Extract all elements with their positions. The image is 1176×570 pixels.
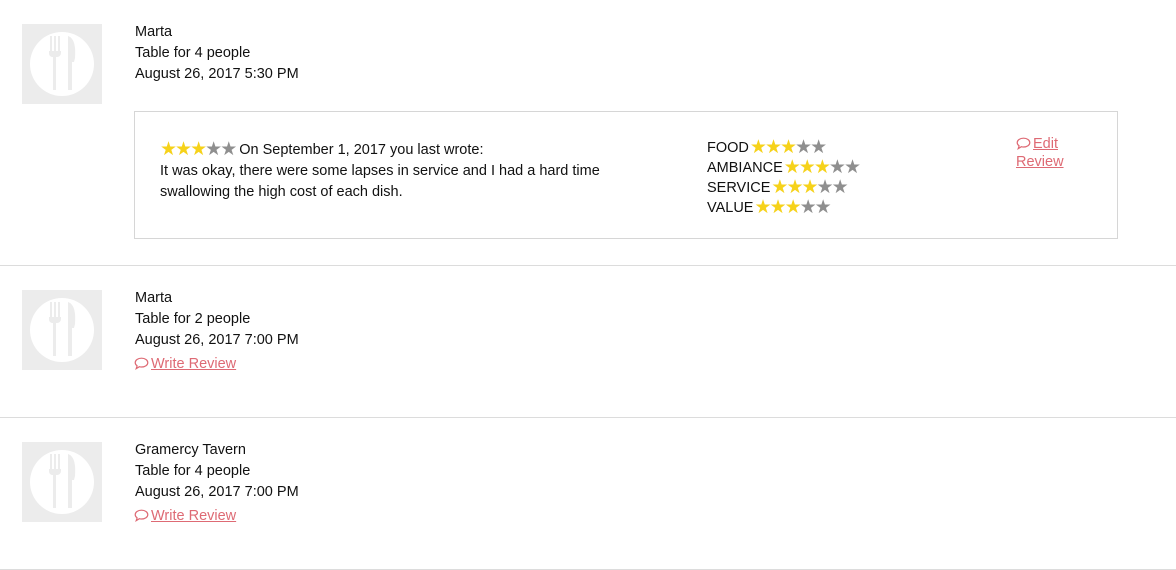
reservation-info: Marta Table for 4 people August 26, 2017… <box>135 22 299 85</box>
fork-knife-icon <box>22 442 102 522</box>
restaurant-name: Marta <box>135 24 173 40</box>
star-empty-icon: ★ <box>220 139 237 160</box>
reservation-item: Gramercy Tavern Table for 4 people Augus… <box>0 418 1176 570</box>
star-empty-icon: ★ <box>799 197 817 218</box>
star-filled-icon: ★ <box>786 177 803 198</box>
star-rating: ★★★★★ <box>754 197 832 218</box>
reservation-item: Marta Table for 4 people August 26, 2017… <box>0 0 1176 266</box>
reservation-item: Marta Table for 2 people August 26, 2017… <box>0 266 1176 418</box>
star-filled-icon: ★ <box>749 137 767 158</box>
rating-ambiance: AMBIANCE★★★★★ <box>707 157 861 178</box>
review-text: It was okay, there were some lapses in s… <box>160 163 600 200</box>
reservation-info: Marta Table for 2 people August 26, 2017… <box>135 288 299 351</box>
star-filled-icon: ★ <box>779 137 797 158</box>
rating-value: VALUE★★★★★ <box>707 198 859 218</box>
speech-bubble-icon <box>1016 137 1031 154</box>
star-filled-icon: ★ <box>784 197 802 218</box>
rating-food: FOOD★★★★★ <box>707 138 859 158</box>
star-empty-icon: ★ <box>795 137 812 158</box>
rating-service: SERVICE★★★★★ <box>707 178 859 198</box>
star-filled-icon: ★ <box>160 139 177 160</box>
rating-label: SERVICE <box>707 180 771 196</box>
star-rating: ★★★★★ <box>771 177 849 198</box>
star-empty-icon: ★ <box>828 157 846 178</box>
star-rating: ★★★★★ <box>783 157 861 178</box>
star-filled-icon: ★ <box>801 177 819 198</box>
party-size: Table for 2 people <box>135 311 251 327</box>
star-empty-icon: ★ <box>814 197 832 218</box>
star-filled-icon: ★ <box>190 139 207 160</box>
star-empty-icon: ★ <box>205 139 222 160</box>
speech-bubble-icon <box>134 509 149 526</box>
overall-star-rating: ★★★★★ <box>160 139 237 160</box>
write-review-link[interactable]: Write Review <box>134 508 236 526</box>
star-filled-icon: ★ <box>813 157 831 178</box>
write-review-link[interactable]: Write Review <box>134 356 236 374</box>
write-review-label: Write Review <box>151 508 237 524</box>
write-review-label: Write Review <box>151 356 237 372</box>
reservation-info: Gramercy Tavern Table for 4 people Augus… <box>135 440 299 503</box>
review-content: ★★★★★ On September 1, 2017 you last wrot… <box>160 140 630 203</box>
review-header: On September 1, 2017 you last wrote: <box>239 142 484 158</box>
reservation-datetime: August 26, 2017 7:00 PM <box>135 484 299 500</box>
review-card: ★★★★★ On September 1, 2017 you last wrot… <box>134 111 1118 239</box>
star-filled-icon: ★ <box>175 139 192 160</box>
speech-bubble-icon <box>134 357 149 374</box>
fork-knife-icon <box>22 290 102 370</box>
reservation-datetime: August 26, 2017 5:30 PM <box>135 66 299 82</box>
star-filled-icon: ★ <box>798 157 816 178</box>
star-filled-icon: ★ <box>764 137 782 158</box>
rating-label: VALUE <box>707 200 754 216</box>
reservation-datetime: August 26, 2017 7:00 PM <box>135 332 299 348</box>
star-empty-icon: ★ <box>810 137 827 158</box>
rating-label: FOOD <box>707 140 749 156</box>
star-filled-icon: ★ <box>754 197 771 218</box>
star-empty-icon: ★ <box>831 177 849 198</box>
star-empty-icon: ★ <box>843 157 861 178</box>
star-filled-icon: ★ <box>783 157 801 178</box>
fork-knife-icon <box>22 24 102 104</box>
edit-review-link[interactable]: Edit Review <box>1016 136 1076 170</box>
rating-label: AMBIANCE <box>707 160 783 176</box>
restaurant-name: Gramercy Tavern <box>135 442 246 458</box>
star-filled-icon: ★ <box>771 177 788 198</box>
star-filled-icon: ★ <box>769 197 787 218</box>
star-empty-icon: ★ <box>816 177 834 198</box>
party-size: Table for 4 people <box>135 463 251 479</box>
party-size: Table for 4 people <box>135 45 251 61</box>
restaurant-name: Marta <box>135 290 173 306</box>
category-ratings: FOOD★★★★★ AMBIANCE★★★★★ SERVICE★★★★★ VAL… <box>707 138 861 218</box>
star-rating: ★★★★★ <box>749 137 827 158</box>
